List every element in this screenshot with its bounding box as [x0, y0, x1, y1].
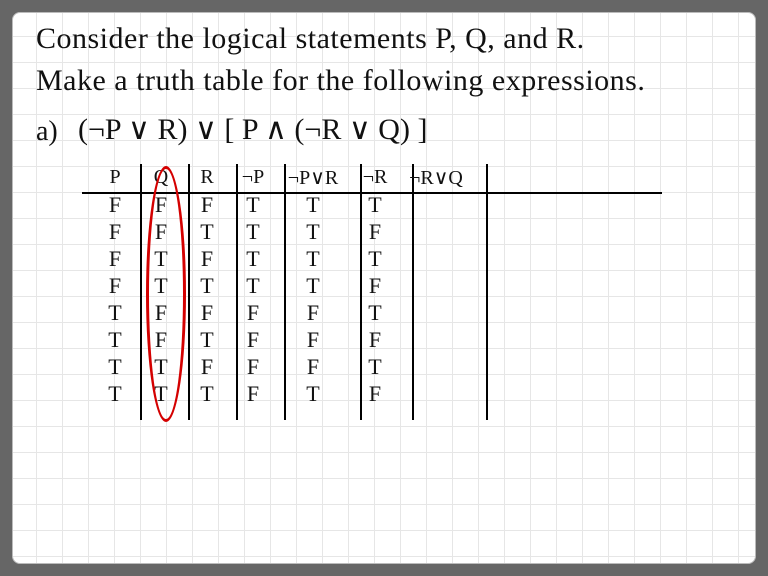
cell: T	[92, 381, 138, 407]
cell: T	[184, 273, 230, 299]
col-header: R	[184, 166, 230, 189]
cell: F	[276, 327, 350, 353]
cell: T	[350, 354, 400, 380]
cell: F	[230, 327, 276, 353]
cell: F	[230, 354, 276, 380]
cell: T	[350, 192, 400, 218]
cell: T	[230, 273, 276, 299]
cell: F	[184, 192, 230, 218]
col-header: ¬R∨Q	[400, 165, 472, 190]
cell: T	[276, 192, 350, 218]
col-header: ¬P	[230, 166, 276, 189]
prompt-line-2: Make a truth table for the following exp…	[36, 64, 645, 98]
cell: T	[276, 246, 350, 272]
cell: T	[350, 300, 400, 326]
cell: F	[350, 381, 400, 407]
cell: T	[230, 192, 276, 218]
cell: T	[184, 327, 230, 353]
prompt-line-1: Consider the logical statements P, Q, an…	[36, 22, 585, 56]
item-label: a)	[36, 116, 58, 148]
cell: F	[350, 219, 400, 245]
cell: F	[184, 246, 230, 272]
app-frame: Consider the logical statements P, Q, an…	[0, 0, 768, 576]
cell: F	[92, 273, 138, 299]
graph-paper: Consider the logical statements P, Q, an…	[12, 12, 756, 564]
highlight-circle-icon	[146, 166, 186, 422]
col-header: ¬P∨R	[276, 165, 350, 190]
cell: F	[276, 354, 350, 380]
cell: T	[92, 327, 138, 353]
cell: T	[276, 381, 350, 407]
col-header: ¬R	[350, 166, 400, 189]
cell: F	[350, 327, 400, 353]
expression: (¬P ∨ R) ∨ [ P ∧ (¬R ∨ Q) ]	[78, 112, 427, 147]
cell: F	[276, 300, 350, 326]
cell: T	[184, 219, 230, 245]
cell: T	[92, 354, 138, 380]
cell: F	[350, 273, 400, 299]
cell: T	[230, 219, 276, 245]
cell: F	[230, 300, 276, 326]
cell: F	[92, 219, 138, 245]
cell: T	[350, 246, 400, 272]
cell: T	[276, 219, 350, 245]
cell: T	[276, 273, 350, 299]
cell: F	[230, 381, 276, 407]
cell: F	[184, 300, 230, 326]
col-header: P	[92, 166, 138, 189]
cell: T	[184, 381, 230, 407]
cell: F	[184, 354, 230, 380]
cell: F	[92, 246, 138, 272]
cell: F	[92, 192, 138, 218]
cell: T	[230, 246, 276, 272]
cell: T	[92, 300, 138, 326]
